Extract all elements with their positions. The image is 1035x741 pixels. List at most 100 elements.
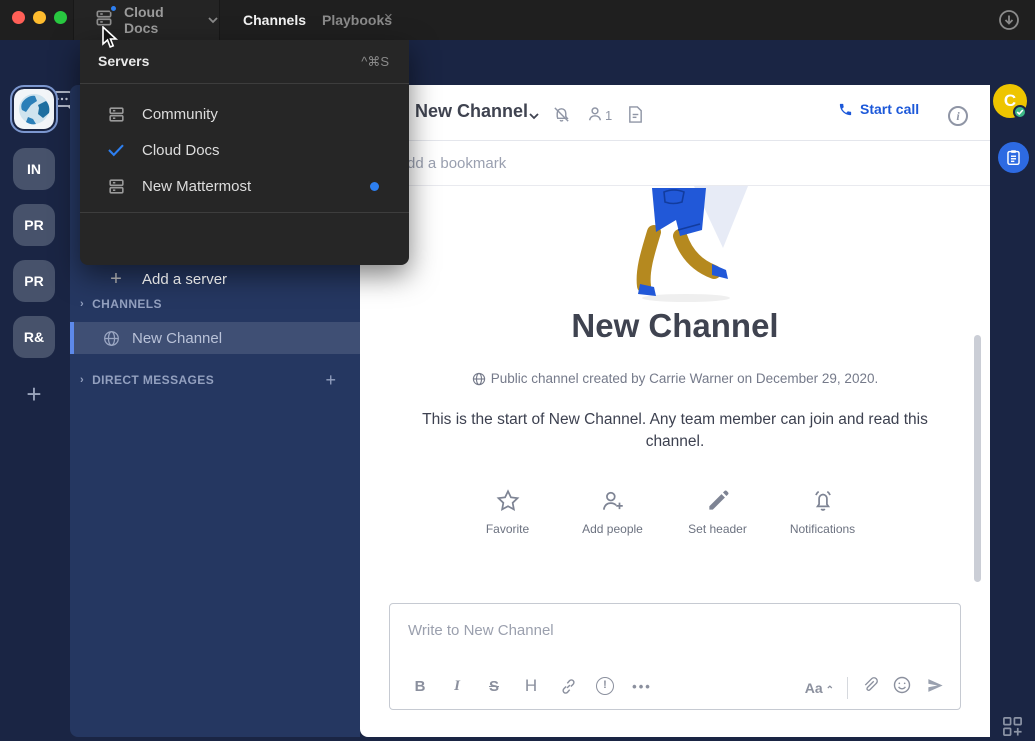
main-panel: New Channel 1 <box>360 85 990 737</box>
add-server-label: Add a server <box>142 271 227 288</box>
channel-intro-illustration <box>628 186 748 304</box>
team-item[interactable]: PR <box>13 204 55 246</box>
intro-byline-text: Public channel created by Carrie Warner … <box>491 371 878 386</box>
channel-info-icon[interactable]: i <box>948 106 968 126</box>
scrollbar-thumb[interactable] <box>974 335 981 582</box>
add-bookmark-label[interactable]: Add a bookmark <box>397 155 506 172</box>
phone-icon <box>838 102 853 117</box>
team-item[interactable]: IN <box>13 148 55 190</box>
servers-shortcut: ^⌘S <box>361 54 389 70</box>
italic-button[interactable]: I <box>443 672 471 700</box>
menu-item-community[interactable]: Community <box>80 96 409 132</box>
plus-icon: + <box>105 268 127 291</box>
smiley-icon <box>892 675 912 695</box>
minimize-window-button[interactable] <box>33 11 46 24</box>
link-button[interactable] <box>554 672 582 700</box>
server-stack-icon <box>105 177 127 196</box>
add-direct-message-button[interactable]: + <box>325 370 336 391</box>
start-call-button[interactable]: Start call <box>838 101 919 117</box>
paperclip-icon <box>861 675 879 695</box>
bookmark-bar[interactable]: Add a bookmark <box>360 141 990 186</box>
favorite-button[interactable]: Favorite <box>455 488 560 536</box>
more-formatting-button[interactable]: ••• <box>628 672 656 700</box>
emoji-button[interactable] <box>892 675 912 700</box>
clipboard-icon <box>1005 149 1022 166</box>
server-dropdown-button[interactable]: Cloud Docs <box>73 0 220 40</box>
intro-channel-title: New Channel <box>360 307 990 345</box>
channel-name[interactable]: New Channel <box>415 101 528 122</box>
close-window-button[interactable] <box>12 11 25 24</box>
unread-dot <box>370 182 379 191</box>
formatting-toggle-button[interactable]: Aa⌃ <box>805 680 834 696</box>
notifications-button[interactable]: Notifications <box>770 488 875 536</box>
bold-button[interactable]: B <box>406 672 434 700</box>
intro-body: This is the start of New Channel. Any te… <box>405 409 945 454</box>
check-icon <box>105 143 127 157</box>
heading-button[interactable]: H <box>517 672 545 700</box>
channel-actions-row: Favorite Add people Set header <box>455 488 875 536</box>
team-item[interactable]: R& <box>13 316 55 358</box>
servers-menu-title: Servers <box>98 53 149 69</box>
menu-item-label: Community <box>142 106 218 123</box>
link-icon <box>559 677 578 696</box>
add-team-button[interactable]: + <box>13 373 55 415</box>
app-window: Cloud Docs Channels Playbooks × <box>0 0 1035 741</box>
strikethrough-button[interactable]: S <box>480 672 508 700</box>
team-item[interactable]: PR <box>13 260 55 302</box>
message-composer[interactable]: Write to New Channel B I S H <box>389 603 961 710</box>
menu-divider <box>80 83 409 84</box>
chevron-down-icon <box>207 11 219 29</box>
message-priority-button[interactable]: ! <box>591 672 619 700</box>
add-people-button[interactable]: Add people <box>560 488 665 536</box>
bell-icon <box>810 488 836 514</box>
menu-divider <box>80 212 409 213</box>
server-tab-label: Cloud Docs <box>124 4 201 36</box>
member-count: 1 <box>605 108 612 123</box>
attach-file-button[interactable] <box>861 675 879 700</box>
send-button[interactable] <box>925 676 946 700</box>
channel-files-icon[interactable] <box>627 105 644 129</box>
chevron-right-icon: › <box>80 374 84 386</box>
pencil-icon <box>705 488 731 514</box>
menu-item-new-mattermost[interactable]: New Mattermost <box>80 168 409 204</box>
action-label: Set header <box>688 522 747 536</box>
channel-item-label: New Channel <box>132 330 222 347</box>
caret-up-icon: ⌃ <box>826 685 834 696</box>
menu-item-cloud-docs[interactable]: Cloud Docs <box>80 132 409 168</box>
globe-icon <box>103 330 120 347</box>
composer-toolbar: B I S H ! ••• <box>390 663 960 709</box>
set-header-button[interactable]: Set header <box>665 488 770 536</box>
team-item-active[interactable] <box>10 85 58 133</box>
zoom-window-button[interactable] <box>54 11 67 24</box>
mouse-cursor <box>101 26 119 50</box>
composer-placeholder[interactable]: Write to New Channel <box>408 622 554 639</box>
priority-icon: ! <box>596 677 614 695</box>
action-label: Favorite <box>486 522 529 536</box>
server-dropdown-menu: Servers ^⌘S Community Cloud Docs <box>80 40 409 265</box>
menu-item-label: Cloud Docs <box>142 142 220 159</box>
dm-header-label: DIRECT MESSAGES <box>92 373 214 387</box>
playbooks-rail-button[interactable] <box>998 142 1029 173</box>
app-marketplace-icon[interactable] <box>1002 716 1023 741</box>
person-plus-icon <box>600 488 626 514</box>
members-icon[interactable] <box>586 105 604 128</box>
channel-header: New Channel 1 <box>360 85 990 141</box>
chevron-down-icon[interactable] <box>528 107 540 125</box>
star-icon <box>495 488 521 514</box>
server-stack-icon <box>105 105 127 124</box>
unread-dot <box>109 4 118 13</box>
muted-bell-icon[interactable] <box>552 105 571 129</box>
start-call-label: Start call <box>860 101 919 117</box>
tab-channels[interactable]: Channels <box>243 0 306 40</box>
downloads-icon[interactable] <box>996 7 1022 38</box>
tab-playbooks[interactable]: Playbooks <box>322 0 392 40</box>
close-tab-icon[interactable]: × <box>384 9 393 26</box>
sidebar-item-new-channel[interactable]: New Channel <box>70 322 360 354</box>
globe-icon <box>472 372 486 386</box>
menu-item-label: New Mattermost <box>142 178 251 195</box>
team-globe-avatar <box>14 89 54 129</box>
action-label: Notifications <box>790 522 855 536</box>
dm-section-header[interactable]: › DIRECT MESSAGES <box>80 373 214 387</box>
add-server-button[interactable]: + Add a server <box>80 257 409 301</box>
toolbar-divider <box>847 677 848 699</box>
